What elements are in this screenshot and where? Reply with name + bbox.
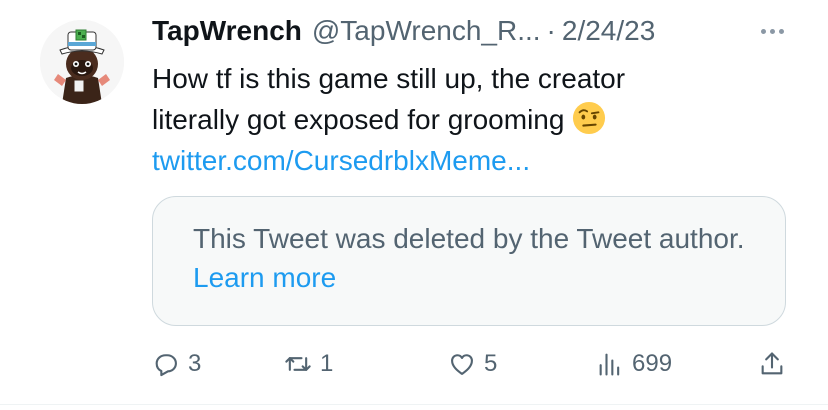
- tweet-text-line: literally got exposed for grooming: [152, 99, 772, 140]
- retweet-icon: [285, 357, 311, 371]
- retweet-button[interactable]: 1: [284, 344, 333, 384]
- dot-icon: [778, 28, 784, 34]
- tweet-text-fragment: literally got exposed for grooming: [152, 104, 565, 135]
- views-chart-icon: [599, 353, 620, 376]
- tweet-header: TapWrench @TapWrench_R... · 2/24/23: [152, 10, 792, 52]
- cartoon-character-avatar-icon: [40, 20, 124, 104]
- deleted-message: This Tweet was deleted by the Tweet auth…: [193, 223, 745, 254]
- more-options-button[interactable]: [752, 16, 792, 46]
- divider: [0, 404, 828, 405]
- raised-eyebrow-emoji-icon: [573, 101, 606, 135]
- reply-icon: [155, 354, 177, 377]
- deleted-quote-card: This Tweet was deleted by the Tweet auth…: [152, 196, 786, 326]
- retweet-count: 1: [320, 350, 334, 377]
- author-handle[interactable]: @TapWrench_R...: [312, 15, 541, 47]
- dot-icon: [760, 28, 766, 34]
- author-display-name[interactable]: TapWrench: [152, 15, 302, 47]
- learn-more-link[interactable]: Learn more: [193, 262, 336, 293]
- dot-icon: [769, 28, 775, 34]
- action-bar: 3 1 5 699: [152, 344, 792, 384]
- reply-count: 3: [188, 350, 202, 377]
- views-count: 699: [632, 350, 673, 377]
- like-button[interactable]: 5: [448, 344, 497, 384]
- views-button[interactable]: 699: [596, 344, 672, 384]
- share-button[interactable]: [758, 344, 786, 384]
- heart-icon: [451, 354, 473, 375]
- tweet-link[interactable]: twitter.com/CursedrblxMeme...: [152, 140, 772, 181]
- header-separator: ·: [546, 15, 556, 46]
- tweet-text-line: How tf is this game still up, the creato…: [152, 63, 626, 94]
- reply-button[interactable]: 3: [152, 344, 201, 384]
- tweet-date[interactable]: 2/24/23: [562, 15, 655, 47]
- tweet-text: How tf is this game still up, the creato…: [152, 58, 772, 181]
- like-count: 5: [484, 350, 498, 377]
- share-upload-icon: [761, 352, 783, 375]
- avatar[interactable]: [40, 20, 124, 104]
